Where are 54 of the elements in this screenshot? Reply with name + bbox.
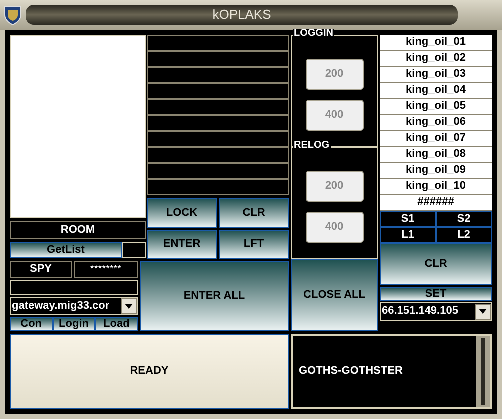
text-field[interactable] xyxy=(147,131,289,147)
slot-label[interactable]: S1 xyxy=(380,211,436,227)
group-title: RELOG xyxy=(293,141,331,151)
account-item[interactable]: ###### xyxy=(380,195,492,211)
slot-label[interactable]: L2 xyxy=(436,227,492,243)
enter-all-button[interactable]: ENTER ALL xyxy=(140,261,289,331)
set-button[interactable]: SET xyxy=(380,287,492,301)
connect-button[interactable]: Login xyxy=(52,317,96,331)
text-field[interactable] xyxy=(147,35,289,51)
shield-icon xyxy=(4,5,22,25)
account-item[interactable]: king_oil_01 xyxy=(380,35,492,51)
server-select[interactable]: gateway.mig33.cor xyxy=(10,297,138,315)
text-field[interactable] xyxy=(147,51,289,67)
account-item[interactable]: king_oil_09 xyxy=(380,163,492,179)
connect-button[interactable]: Con xyxy=(10,317,53,331)
window-title: kOPLAKS xyxy=(212,6,272,24)
scrollbar[interactable] xyxy=(476,336,490,407)
text-field[interactable] xyxy=(147,83,289,99)
password-field[interactable]: ******** xyxy=(74,261,138,278)
account-item[interactable]: king_oil_05 xyxy=(380,99,492,115)
text-field[interactable] xyxy=(147,115,289,131)
text-field[interactable] xyxy=(147,67,289,83)
room-button[interactable]: ENTER xyxy=(147,230,217,259)
small-field[interactable] xyxy=(122,242,146,258)
group-title: LOGGIN xyxy=(293,29,334,39)
text-field[interactable] xyxy=(147,147,289,163)
dropdown-button[interactable] xyxy=(475,304,491,320)
text-field[interactable] xyxy=(147,99,289,115)
account-item[interactable]: king_oil_07 xyxy=(380,131,492,147)
get-list-button[interactable]: GetList xyxy=(10,242,122,258)
account-item[interactable]: king_oil_04 xyxy=(380,83,492,99)
text-field[interactable] xyxy=(147,179,289,195)
spy-label: SPY xyxy=(10,261,72,278)
status-panel: READY xyxy=(10,334,289,409)
room-label: ROOM xyxy=(10,221,146,239)
connect-button[interactable]: Load xyxy=(95,317,138,331)
account-item[interactable]: king_oil_06 xyxy=(380,115,492,131)
text-field[interactable] xyxy=(147,163,289,179)
output-text: GOTHS-GOTHSTER xyxy=(298,364,404,380)
account-item[interactable]: king_oil_08 xyxy=(380,147,492,163)
slot-label[interactable]: S2 xyxy=(436,211,492,227)
caret-icon xyxy=(125,304,133,308)
caret-icon xyxy=(479,309,487,314)
clear-button[interactable]: CLR xyxy=(380,243,492,285)
dropdown-button[interactable] xyxy=(121,298,137,314)
room-button[interactable]: LFT xyxy=(219,230,289,259)
close-all-button[interactable]: CLOSE ALL xyxy=(291,259,378,331)
ip-select[interactable]: 66.151.149.105 xyxy=(380,302,492,321)
account-item[interactable]: king_oil_10 xyxy=(380,179,492,195)
room-button[interactable]: LOCK xyxy=(147,198,217,228)
account-item[interactable]: king_oil_03 xyxy=(380,67,492,83)
room-button[interactable]: CLR xyxy=(219,198,289,228)
slot-label[interactable]: L1 xyxy=(380,227,436,243)
account-item[interactable]: king_oil_02 xyxy=(380,51,492,67)
